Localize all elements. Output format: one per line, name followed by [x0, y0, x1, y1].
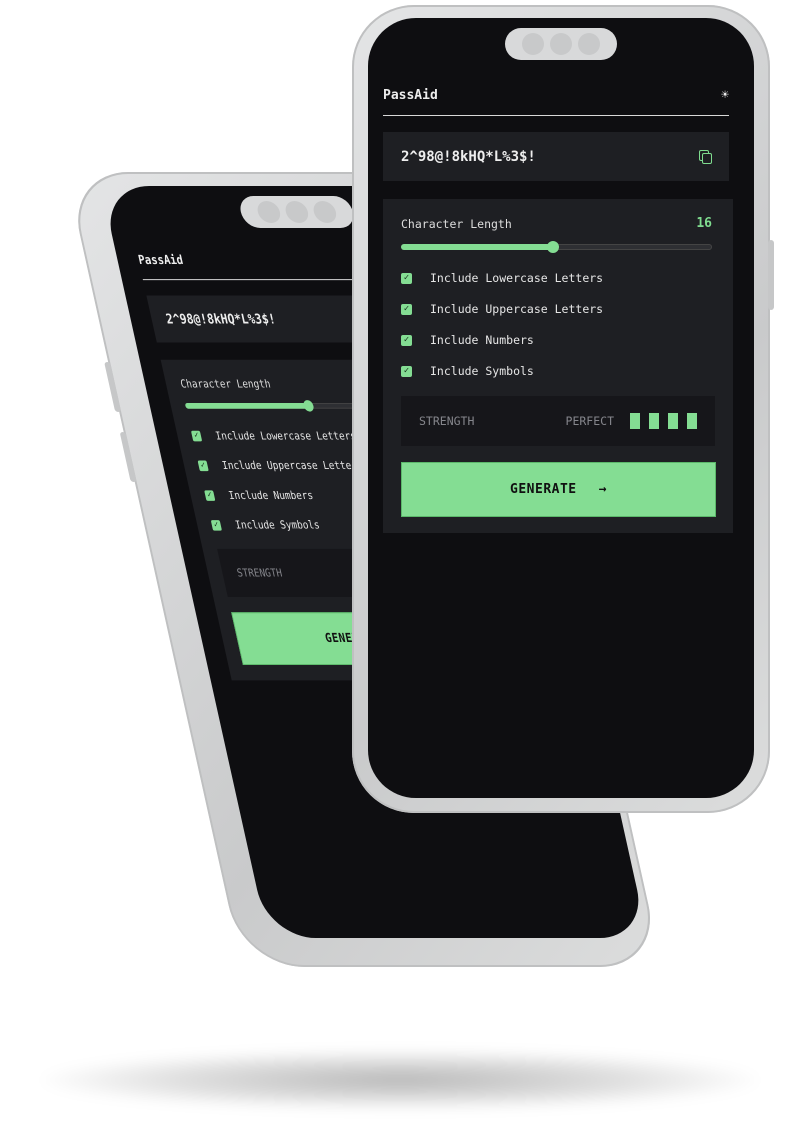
front-phone-mockup: PassAid ☀ 2^98@!8kHQ*L%3$! Character Len…	[352, 5, 774, 813]
option-lowercase[interactable]: ✓ Include Lowercase Letters	[401, 271, 603, 285]
checkbox-checked-icon[interactable]: ✓	[401, 365, 412, 377]
option-label: Include Symbols	[430, 364, 534, 378]
checkbox-checked-icon[interactable]: ✓	[401, 272, 412, 284]
password-text: 2^98@!8kHQ*L%3$!	[164, 311, 278, 327]
checkbox-checked-icon[interactable]: ✓	[197, 460, 209, 471]
length-label: Character Length	[401, 216, 512, 231]
strength-label: STRENGTH	[419, 414, 475, 428]
option-numbers[interactable]: ✓ Include Numbers	[204, 488, 315, 502]
copy-icon[interactable]	[699, 150, 712, 164]
option-label: Include Numbers	[430, 333, 534, 347]
drop-shadow	[40, 1050, 760, 1110]
app-header: PassAid ☀	[383, 80, 729, 116]
slider-knob[interactable]	[547, 241, 560, 253]
checkbox-checked-icon[interactable]: ✓	[210, 519, 222, 531]
app-title: PassAid	[383, 88, 438, 103]
length-value: 16	[696, 216, 712, 231]
arrow-right-icon: →	[598, 482, 607, 497]
length-label: Character Length	[178, 376, 272, 390]
password-text: 2^98@!8kHQ*L%3$!	[401, 148, 536, 165]
strength-bars	[630, 413, 697, 429]
option-label: Include Lowercase Letters	[430, 271, 604, 285]
slider-fill	[184, 402, 310, 409]
slider-knob[interactable]	[302, 400, 315, 412]
strength-value: PERFECT	[565, 414, 614, 428]
option-label: Include Uppercase Letters	[430, 302, 604, 316]
option-uppercase[interactable]: ✓ Include Uppercase Letters	[401, 302, 603, 316]
option-symbols[interactable]: ✓ Include Symbols	[401, 364, 534, 378]
settings-card: Character Length 16 ✓ Include Lowercase L…	[383, 199, 733, 533]
option-numbers[interactable]: ✓ Include Numbers	[401, 333, 534, 347]
dynamic-island	[505, 28, 617, 60]
generate-button[interactable]: GENERATE →	[401, 462, 716, 517]
option-label: Include Symbols	[233, 518, 321, 532]
option-label: Include Uppercase Letters	[220, 458, 364, 473]
password-display: 2^98@!8kHQ*L%3$!	[383, 132, 729, 181]
checkbox-checked-icon[interactable]: ✓	[401, 303, 412, 315]
front-phone-screen: PassAid ☀ 2^98@!8kHQ*L%3$! Character Len…	[368, 18, 754, 798]
option-uppercase[interactable]: ✓ Include Uppercase Letters	[197, 459, 364, 472]
strength-meter: STRENGTH PERFECT	[401, 396, 715, 446]
checkbox-checked-icon[interactable]: ✓	[204, 489, 216, 501]
strength-label: STRENGTH	[235, 566, 284, 580]
checkbox-checked-icon[interactable]: ✓	[190, 430, 203, 441]
slider-fill	[401, 244, 554, 250]
generate-label: GENERATE	[510, 482, 577, 497]
app-title: PassAid	[137, 253, 185, 268]
length-slider[interactable]	[401, 241, 712, 253]
option-label: Include Numbers	[227, 488, 315, 502]
option-symbols[interactable]: ✓ Include Symbols	[210, 518, 321, 532]
sun-icon[interactable]: ☀	[721, 88, 729, 103]
checkbox-checked-icon[interactable]: ✓	[401, 334, 412, 346]
option-lowercase[interactable]: ✓ Include Lowercase Letters	[190, 428, 358, 443]
dynamic-island	[237, 196, 357, 228]
option-label: Include Lowercase Letters	[214, 428, 358, 443]
